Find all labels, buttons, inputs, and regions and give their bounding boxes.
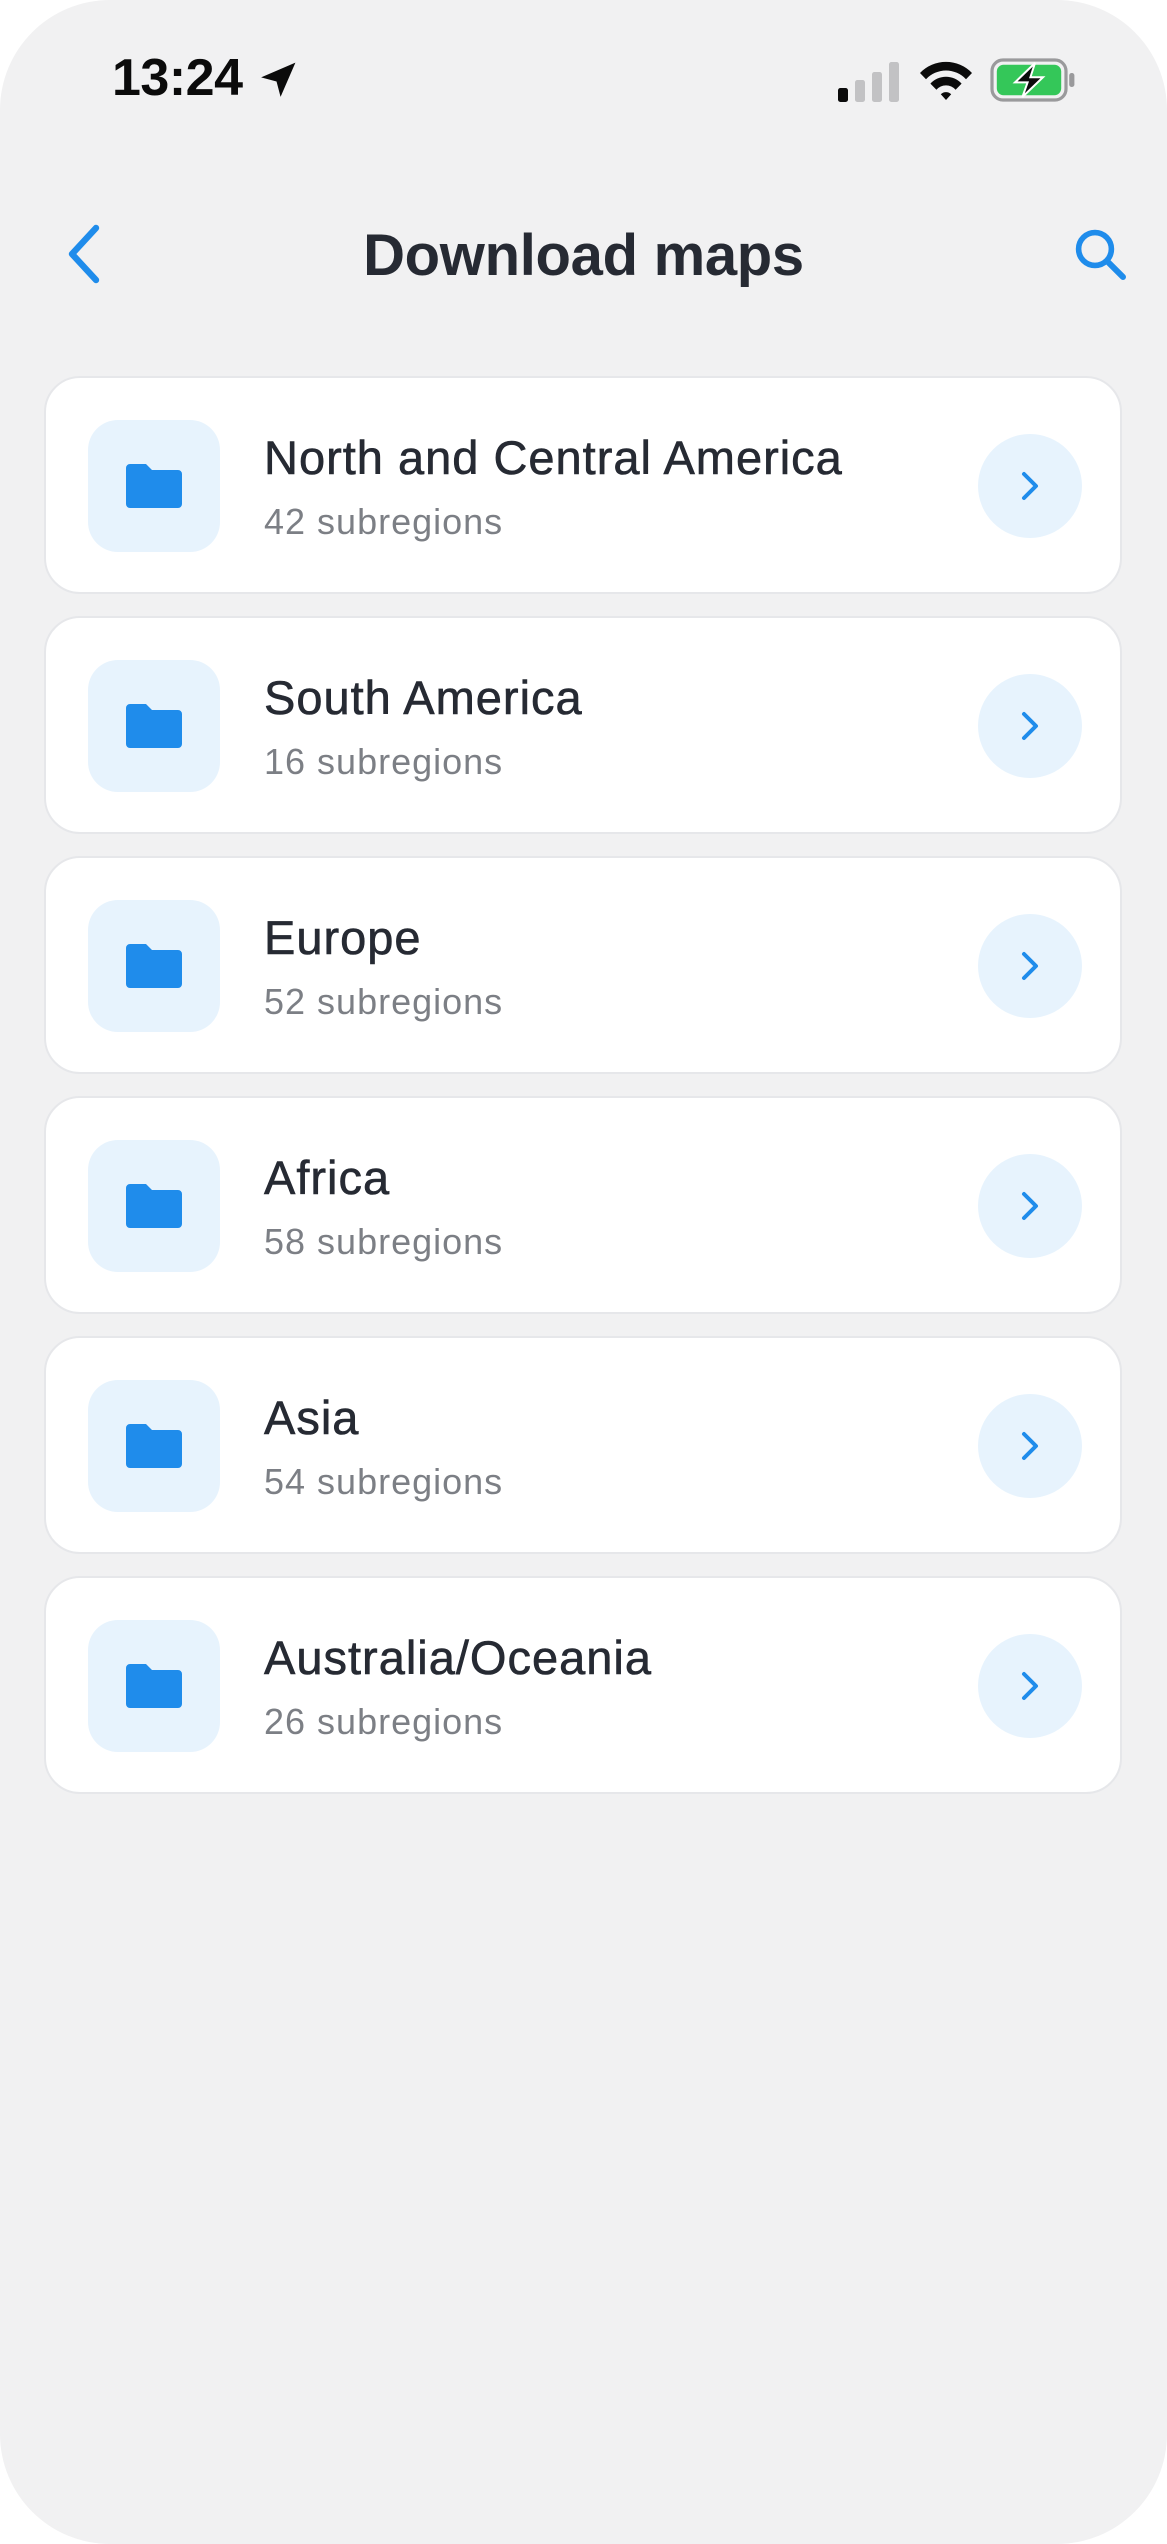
search-icon — [1075, 229, 1126, 280]
region-subregion-count: 54 subregions — [264, 1461, 504, 1502]
folder-tile — [88, 900, 220, 1032]
region-card[interactable]: Asia 54 subregions — [44, 1336, 1122, 1554]
region-subregion-count: 58 subregions — [264, 1221, 504, 1262]
folder-tile — [88, 1620, 220, 1752]
region-card[interactable]: Africa 58 subregions — [44, 1096, 1122, 1314]
region-card[interactable]: Europe 52 subregions — [44, 856, 1122, 1074]
folder-icon — [126, 464, 182, 508]
status-time: 13:24 — [112, 49, 243, 107]
folder-icon — [126, 944, 182, 988]
region-card[interactable]: North and Central America 42 subregions — [44, 376, 1122, 594]
folder-icon — [126, 704, 182, 748]
open-region-button[interactable] — [978, 1394, 1082, 1498]
folder-tile — [88, 1140, 220, 1272]
region-card[interactable]: South America 16 subregions — [44, 616, 1122, 834]
search-button[interactable] — [1064, 218, 1136, 290]
region-subregion-count: 42 subregions — [264, 501, 504, 542]
region-name: Europe — [264, 911, 422, 965]
region-name: North and Central America — [264, 431, 843, 485]
region-subregion-count: 52 subregions — [264, 981, 504, 1022]
folder-icon — [126, 1184, 182, 1228]
nav-header: Download maps — [0, 200, 1167, 310]
cellular-signal-icon — [838, 62, 899, 102]
chevron-right-icon — [1022, 472, 1038, 500]
region-list: North and Central America 42 subregions … — [44, 376, 1122, 1816]
region-name: Australia/Oceania — [264, 1631, 652, 1685]
folder-tile — [88, 660, 220, 792]
folder-icon — [126, 1424, 182, 1468]
chevron-right-icon — [1022, 1432, 1038, 1460]
download-maps-screen: 13:24 Download maps North and Central Am… — [0, 0, 1167, 2544]
open-region-button[interactable] — [978, 1154, 1082, 1258]
region-name: Africa — [264, 1151, 391, 1205]
folder-tile — [88, 420, 220, 552]
region-subregion-count: 26 subregions — [264, 1701, 504, 1742]
open-region-button[interactable] — [978, 674, 1082, 778]
chevron-right-icon — [1022, 712, 1038, 740]
open-region-button[interactable] — [978, 914, 1082, 1018]
open-region-button[interactable] — [978, 434, 1082, 538]
page-title: Download maps — [363, 223, 804, 288]
region-name: South America — [264, 671, 583, 725]
wifi-icon — [920, 61, 972, 100]
chevron-right-icon — [1022, 1672, 1038, 1700]
battery-charging-icon — [990, 58, 1075, 102]
open-region-button[interactable] — [978, 1634, 1082, 1738]
status-bar: 13:24 — [0, 0, 1167, 160]
location-arrow-icon — [261, 62, 296, 97]
chevron-right-icon — [1022, 1192, 1038, 1220]
folder-tile — [88, 1380, 220, 1512]
chevron-right-icon — [1022, 952, 1038, 980]
region-subregion-count: 16 subregions — [264, 741, 504, 782]
region-name: Asia — [264, 1391, 360, 1445]
folder-icon — [126, 1664, 182, 1708]
region-card[interactable]: Australia/Oceania 26 subregions — [44, 1576, 1122, 1794]
